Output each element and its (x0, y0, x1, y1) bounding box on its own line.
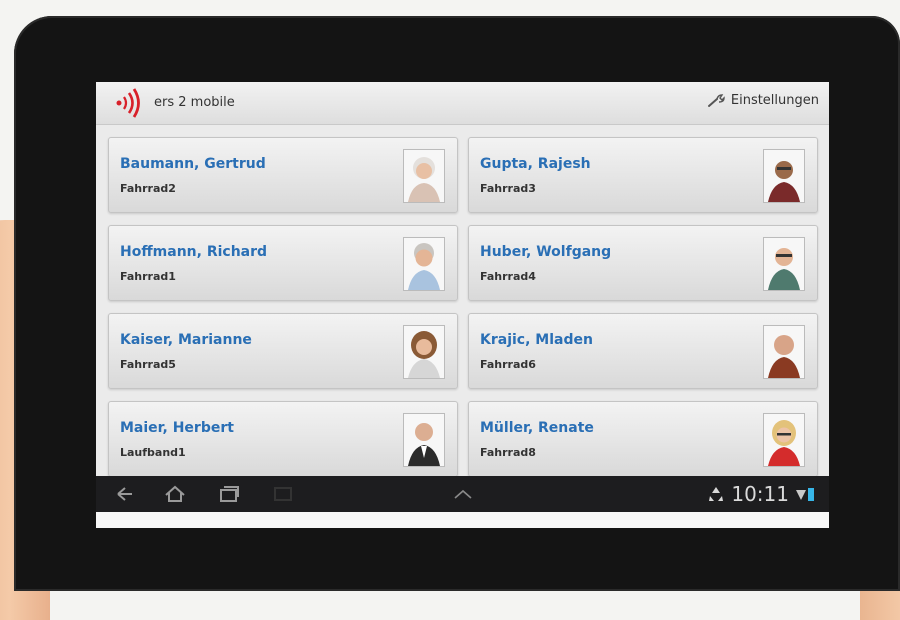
tablet-screen: ers 2 mobile Einstellungen Baumann, Gert… (96, 82, 829, 528)
screenshot-icon[interactable] (272, 484, 294, 504)
recent-apps-icon[interactable] (218, 484, 240, 504)
user-name: Müller, Renate (480, 420, 594, 436)
user-device: Fahrrad4 (480, 270, 536, 283)
user-name: Baumann, Gertrud (120, 156, 266, 172)
user-device: Fahrrad5 (120, 358, 176, 371)
man-glasses-photo-icon (763, 237, 805, 291)
settings-label: Einstellungen (730, 93, 819, 108)
status-area: 10:11 (707, 482, 815, 506)
clock: 10:11 (731, 482, 789, 506)
user-device: Laufband1 (120, 446, 186, 459)
system-navbar: 10:11 (96, 476, 829, 512)
user-card[interactable]: Müller, Renate Fahrrad8 (468, 401, 818, 477)
user-card[interactable]: Kaiser, Marianne Fahrrad5 (108, 313, 458, 389)
signal-logo-icon (116, 88, 140, 118)
recycle-icon (709, 487, 724, 501)
user-card[interactable]: Hoffmann, Richard Fahrrad1 (108, 225, 458, 301)
user-card[interactable]: Baumann, Gertrud Fahrrad2 (108, 137, 458, 213)
user-name: Gupta, Rajesh (480, 156, 591, 172)
elderly-man-photo-icon (763, 149, 805, 203)
app-title: ers 2 mobile (154, 95, 235, 110)
elderly-woman-photo-icon (403, 149, 445, 203)
user-device: Fahrrad6 (480, 358, 536, 371)
elderly-man-photo-icon (403, 237, 445, 291)
user-device: Fahrrad8 (480, 446, 536, 459)
user-name: Hoffmann, Richard (120, 244, 268, 260)
woman-photo-icon (403, 325, 445, 379)
bottom-strip (96, 512, 829, 528)
settings-button[interactable]: Einstellungen (707, 93, 819, 108)
user-device: Fahrrad1 (120, 270, 176, 283)
up-chevron-icon[interactable] (452, 484, 474, 504)
user-card[interactable]: Krajic, Mladen Fahrrad6 (468, 313, 818, 389)
user-name: Krajic, Mladen (480, 332, 593, 348)
elderly-man-photo-icon (763, 325, 805, 379)
user-device: Fahrrad3 (480, 182, 536, 195)
user-card[interactable]: Gupta, Rajesh Fahrrad3 (468, 137, 818, 213)
home-icon[interactable] (164, 484, 186, 504)
app-header: ers 2 mobile Einstellungen (96, 82, 829, 125)
user-name: Huber, Wolfgang (480, 244, 612, 260)
user-grid: Baumann, Gertrud Fahrrad2 Gupta, Rajesh … (108, 137, 818, 477)
wrench-icon (707, 93, 725, 107)
user-name: Maier, Herbert (120, 420, 234, 436)
wifi-icon (796, 490, 806, 500)
battery-icon (808, 488, 814, 501)
woman-glasses-photo-icon (763, 413, 805, 467)
user-device: Fahrrad2 (120, 182, 176, 195)
back-icon[interactable] (114, 484, 136, 504)
user-name: Kaiser, Marianne (120, 332, 252, 348)
man-suit-photo-icon (403, 413, 445, 467)
user-card[interactable]: Maier, Herbert Laufband1 (108, 401, 458, 477)
user-card[interactable]: Huber, Wolfgang Fahrrad4 (468, 225, 818, 301)
